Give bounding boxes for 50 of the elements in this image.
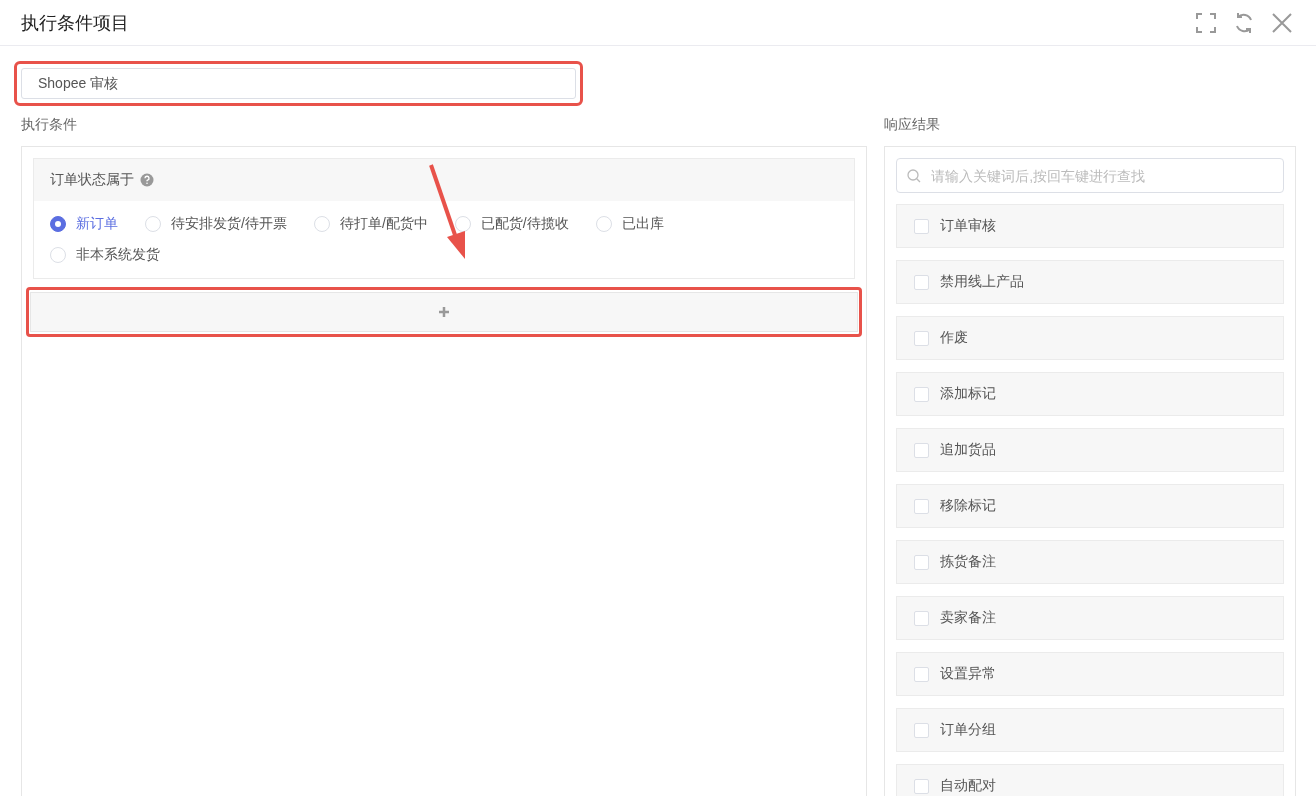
section-label: 执行条件	[21, 116, 78, 134]
result-option[interactable]: 作废	[896, 316, 1284, 360]
checkbox[interactable]	[914, 386, 930, 402]
checkbox[interactable]	[914, 330, 930, 346]
help-icon[interactable]	[140, 173, 154, 187]
result-option[interactable]: 订单分组	[896, 708, 1284, 752]
result-option[interactable]: 追加货品	[896, 428, 1284, 472]
status-radio[interactable]: 已配货/待揽收	[454, 214, 569, 233]
option-label: 移除标记	[940, 497, 997, 515]
dialog-title: 执行条件项目	[21, 11, 129, 35]
result-option[interactable]: 卖家备注	[896, 596, 1284, 640]
status-radio[interactable]: 新订单	[50, 214, 118, 233]
result-option[interactable]: 订单审核	[896, 204, 1284, 248]
checkbox[interactable]	[914, 722, 930, 738]
result-option[interactable]: 设置异常	[896, 652, 1284, 696]
condition-title: 订单状态属于	[50, 171, 134, 189]
checkbox[interactable]	[914, 498, 930, 514]
name-input[interactable]: Shopee 审核	[21, 68, 576, 99]
status-radio[interactable]: 待打单/配货中	[313, 214, 428, 233]
checkbox[interactable]	[914, 610, 930, 626]
option-label: 追加货品	[940, 441, 997, 459]
option-label: 卖家备注	[940, 609, 997, 627]
checkbox[interactable]	[914, 554, 930, 570]
option-label: 设置异常	[940, 665, 997, 683]
option-label: 订单审核	[940, 217, 997, 235]
option-label: 拣货备注	[940, 553, 997, 571]
option-label: 禁用线上产品	[940, 273, 1025, 291]
checkbox[interactable]	[914, 666, 930, 682]
result-option[interactable]: 拣货备注	[896, 540, 1284, 584]
section-label: 响应结果	[884, 116, 942, 134]
option-label: 自动配对	[940, 777, 997, 795]
status-radio[interactable]: 非本系统发货	[50, 245, 160, 264]
close-icon[interactable]	[1270, 10, 1294, 35]
option-label: 添加标记	[940, 385, 997, 403]
checkbox[interactable]	[914, 778, 930, 794]
search-field[interactable]: 请输入关键词后,按回车键进行查找	[896, 158, 1284, 193]
option-label: 订单分组	[940, 721, 997, 739]
option-label: 作废	[940, 329, 969, 347]
result-option[interactable]: 禁用线上产品	[896, 260, 1284, 304]
result-option[interactable]: 自动配对	[896, 764, 1284, 796]
status-radio[interactable]: 已出库	[595, 214, 664, 233]
result-option[interactable]: 添加标记	[896, 372, 1284, 416]
checkbox[interactable]	[914, 442, 930, 458]
checkbox[interactable]	[914, 218, 930, 234]
checkbox[interactable]	[914, 274, 930, 290]
result-option[interactable]: 移除标记	[896, 484, 1284, 528]
status-radio[interactable]: 待安排发货/待开票	[145, 214, 287, 233]
fullscreen-icon[interactable]	[1194, 10, 1218, 35]
search-icon	[907, 168, 922, 183]
plus-icon	[438, 306, 451, 318]
